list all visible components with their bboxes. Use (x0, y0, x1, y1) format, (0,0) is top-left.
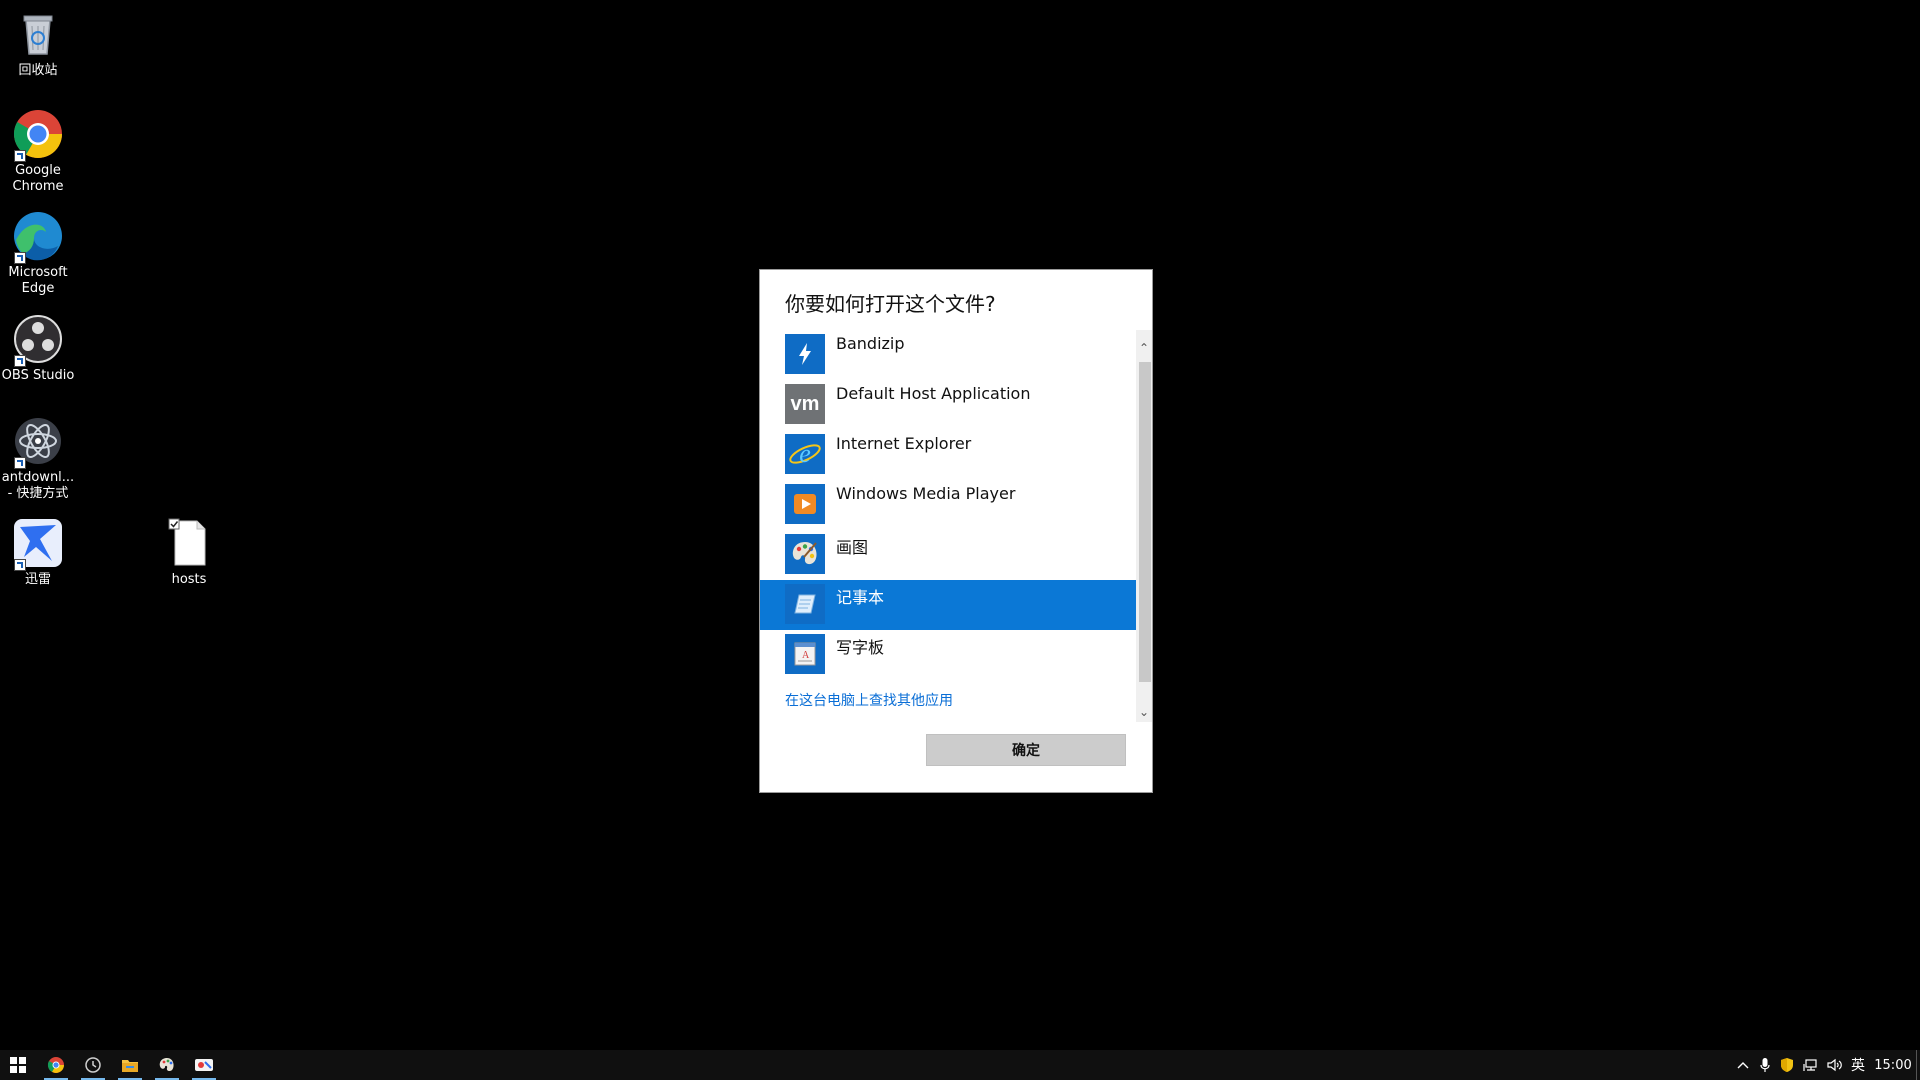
desktop-icon-obs[interactable]: OBS Studio (0, 313, 76, 384)
app-item-label: Internet Explorer (836, 434, 972, 453)
app-item-label: 记事本 (836, 588, 885, 607)
desktop-icon-label: 回收站 (18, 63, 58, 78)
paint-icon (785, 534, 825, 574)
shortcut-arrow-icon (14, 150, 26, 162)
app-item-bandizip[interactable]: Bandizip (760, 330, 1136, 380)
taskbar-clock-app-icon[interactable] (75, 1050, 111, 1080)
app-item-windows-media-player[interactable]: Windows Media Player (760, 480, 1136, 530)
desktop-icon-recycle-bin[interactable]: 回收站 (0, 8, 76, 79)
shortcut-arrow-icon (14, 559, 26, 571)
app-item-default-host[interactable]: vm Default Host Application (760, 380, 1136, 430)
desktop-icon-antdownload[interactable]: antdownl... - 快捷方式 (0, 415, 76, 502)
recycle-bin-icon (12, 8, 64, 60)
thunder-icon (12, 517, 64, 571)
desktop-icon-chrome[interactable]: Google Chrome (0, 108, 76, 195)
tray-microphone-icon[interactable] (1754, 1050, 1776, 1080)
file-icon (163, 517, 215, 569)
desktop-icon-label: hosts (171, 572, 207, 587)
desktop-icon-hosts[interactable]: hosts (151, 517, 227, 588)
desktop-icon-thunder[interactable]: 迅雷 (0, 517, 76, 588)
ie-icon: e (785, 434, 825, 474)
notepad-icon (785, 584, 825, 624)
desktop-icon-edge[interactable]: Microsoft Edge (0, 210, 76, 297)
antdownload-icon (12, 415, 64, 469)
find-other-app-link[interactable]: 在这台电脑上查找其他应用 (785, 690, 953, 710)
taskbar-paint-icon[interactable] (149, 1050, 185, 1080)
desktop-icon-label: antdownl... - 快捷方式 (1, 470, 75, 501)
taskbar-file-explorer-icon[interactable] (112, 1050, 148, 1080)
app-item-label: 写字板 (836, 638, 885, 657)
chrome-icon (12, 108, 64, 162)
shortcut-arrow-icon (14, 355, 26, 367)
tray-chevron-up-icon[interactable] (1732, 1050, 1754, 1080)
app-item-notepad[interactable]: 记事本 (760, 580, 1136, 630)
wordpad-icon: A (785, 634, 825, 674)
taskbar: 英 15:00 (0, 1050, 1920, 1080)
dialog-title: 你要如何打开这个文件? (785, 292, 996, 316)
desktop-icon-label: 迅雷 (24, 572, 51, 587)
svg-text:A: A (802, 650, 810, 661)
scroll-thumb[interactable] (1139, 362, 1151, 682)
taskbar-snip-icon[interactable] (186, 1050, 222, 1080)
desktop-icon-label: Microsoft Edge (8, 265, 68, 296)
svg-text:e: e (799, 439, 811, 468)
desktop-icon-label: Google Chrome (12, 163, 64, 194)
scroll-down-arrow-icon[interactable]: ⌄ (1136, 702, 1152, 722)
app-item-paint[interactable]: 画图 (760, 530, 1136, 580)
taskbar-chrome-icon[interactable] (38, 1050, 74, 1080)
shortcut-arrow-icon (14, 252, 26, 264)
app-list-scrollbar[interactable]: ⌃ ⌄ (1136, 330, 1152, 722)
ok-button[interactable]: 确定 (926, 734, 1126, 766)
bandizip-icon (785, 334, 825, 374)
vmware-icon: vm (785, 384, 825, 424)
app-list: Bandizip vm Default Host Application e I… (760, 330, 1136, 702)
open-with-dialog: 你要如何打开这个文件? Bandizip vm Default Host App… (760, 270, 1152, 792)
app-item-label: Bandizip (836, 334, 905, 353)
scroll-up-arrow-icon[interactable]: ⌃ (1136, 338, 1152, 358)
tray-ime-indicator[interactable]: 英 (1848, 1050, 1868, 1080)
obs-icon (12, 313, 64, 367)
app-item-label: 画图 (836, 538, 869, 557)
app-item-label: Windows Media Player (836, 484, 1016, 503)
edge-icon (12, 210, 64, 264)
tray-security-icon[interactable] (1776, 1050, 1798, 1080)
app-item-internet-explorer[interactable]: e Internet Explorer (760, 430, 1136, 480)
media-player-icon (785, 484, 825, 524)
desktop-icon-label: OBS Studio (1, 368, 75, 383)
shortcut-arrow-icon (14, 457, 26, 469)
tray-network-icon[interactable] (1800, 1050, 1822, 1080)
start-icon[interactable] (0, 1050, 36, 1080)
tray-clock[interactable]: 15:00 (1870, 1050, 1916, 1080)
tray-volume-icon[interactable] (1824, 1050, 1846, 1080)
app-item-label: Default Host Application (836, 384, 1031, 403)
app-item-wordpad[interactable]: A 写字板 (760, 630, 1136, 680)
show-desktop-button[interactable] (1916, 1050, 1920, 1080)
